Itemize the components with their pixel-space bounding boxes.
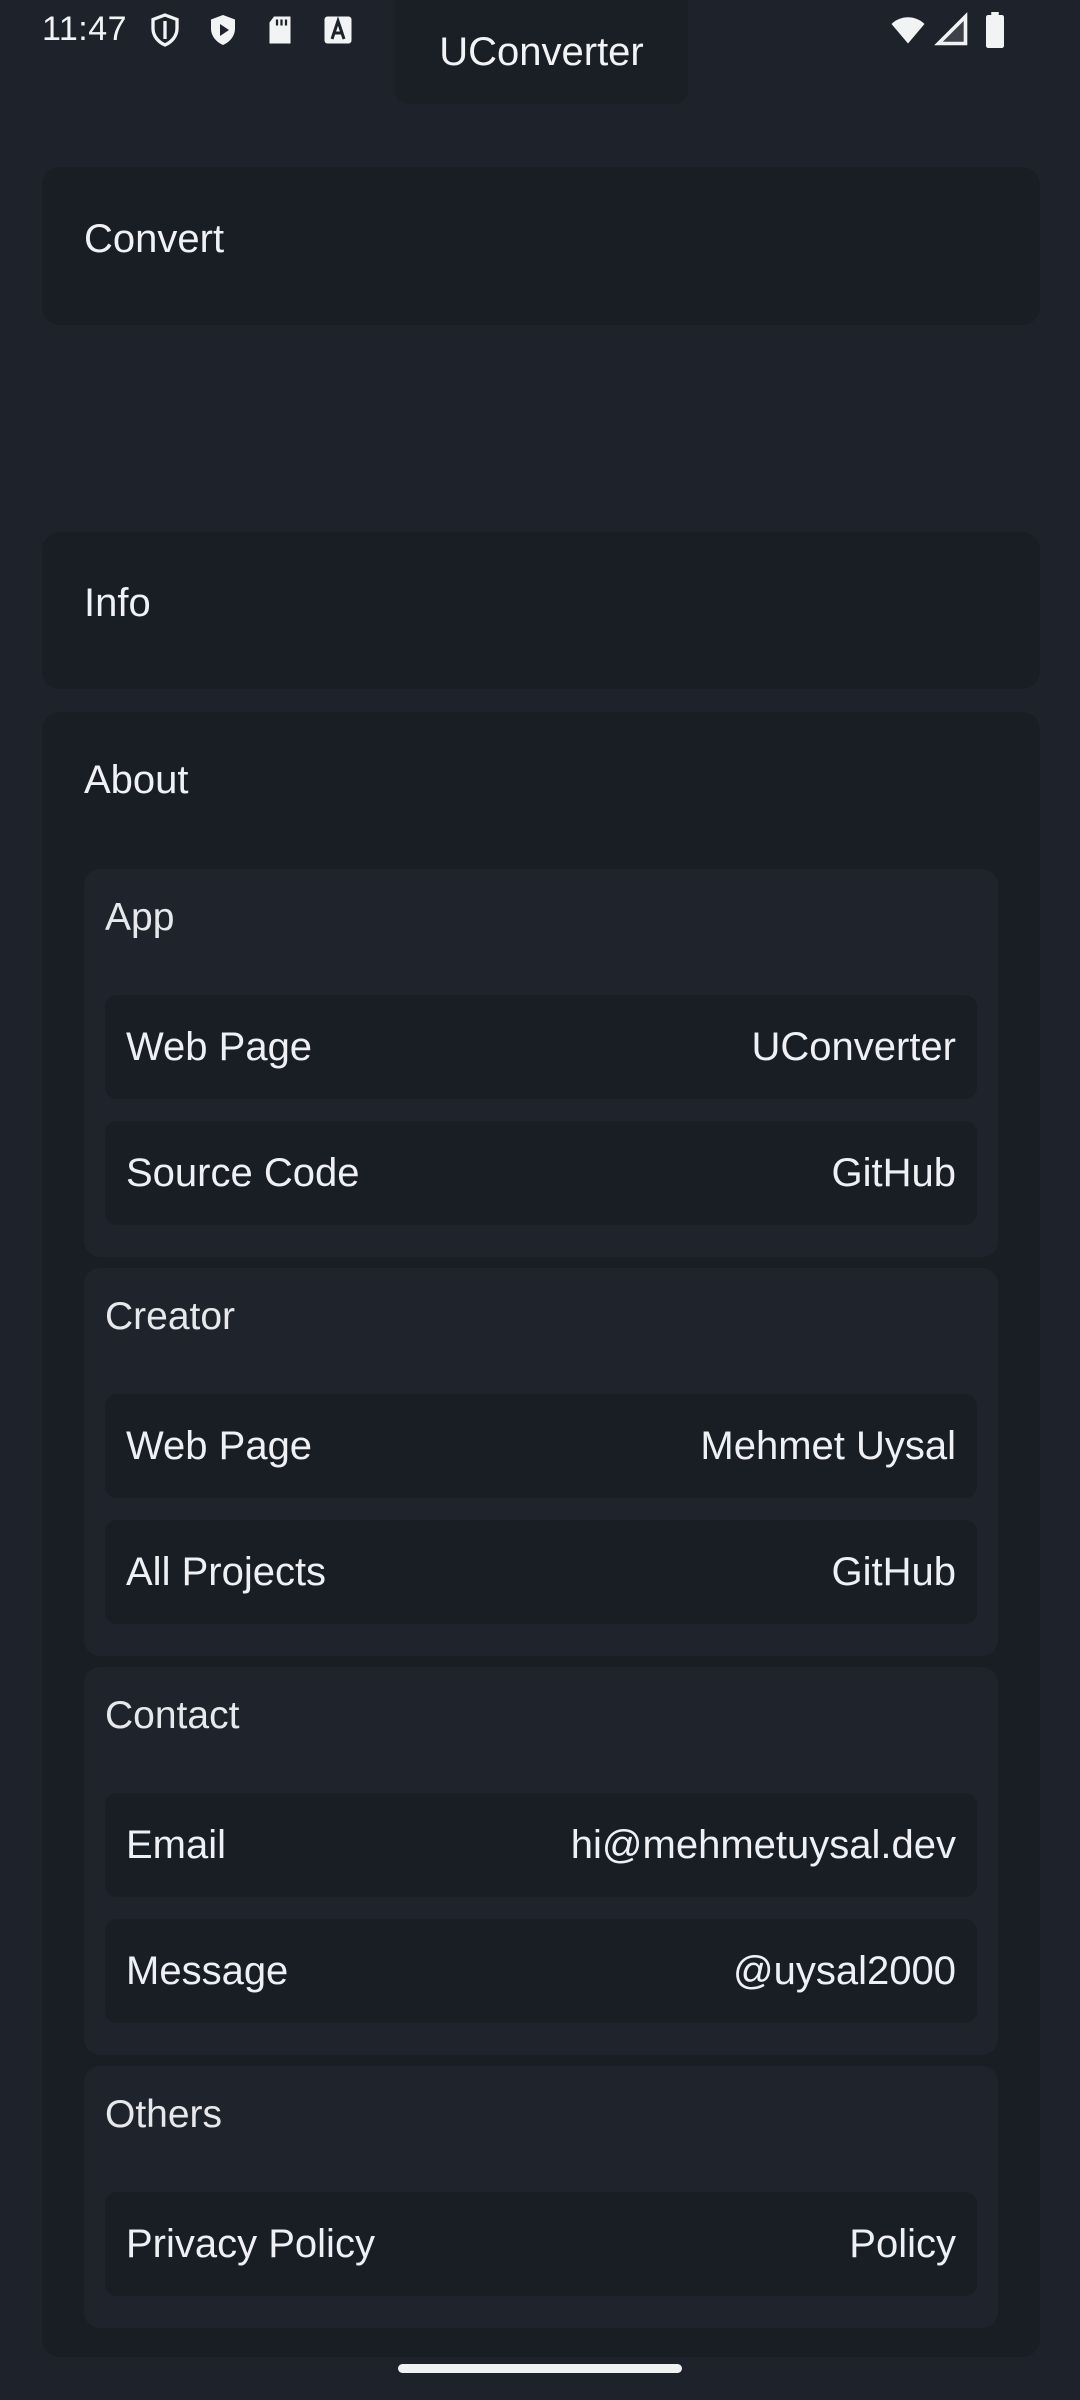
about-group-app: App Web Page UConverter Source Code GitH… [84, 869, 998, 1257]
row-value: UConverter [751, 1024, 956, 1069]
status-time: 11:47 [42, 10, 128, 48]
info-label: Info [84, 581, 151, 625]
signal-icon [934, 12, 970, 48]
about-label: About [84, 758, 189, 802]
row-label: Web Page [126, 1423, 313, 1468]
convert-card[interactable]: Convert [42, 167, 1040, 325]
group-title-others: Others [105, 2093, 223, 2136]
info-card[interactable]: Info [42, 532, 1040, 689]
home-indicator[interactable] [398, 2364, 682, 2373]
sd-card-icon [262, 12, 298, 48]
row-contact-email[interactable]: Email hi@mehmetuysal.dev [105, 1793, 977, 1897]
about-card: About App Web Page UConverter Source Cod… [42, 712, 1040, 2357]
row-others-privacy-policy[interactable]: Privacy Policy Policy [105, 2192, 977, 2296]
row-value: Mehmet Uysal [700, 1423, 956, 1468]
group-title-contact: Contact [105, 1694, 240, 1737]
group-title-app: App [105, 896, 175, 939]
row-value: Policy [849, 2221, 956, 2266]
row-value: GitHub [831, 1150, 957, 1195]
about-group-contact: Contact Email hi@mehmetuysal.dev Message… [84, 1667, 998, 2055]
wifi-icon [888, 12, 928, 48]
font-a-icon [320, 12, 356, 48]
row-label: Web Page [126, 1024, 313, 1069]
battery-icon [982, 12, 1008, 48]
about-group-creator: Creator Web Page Mehmet Uysal All Projec… [84, 1268, 998, 1656]
row-label: All Projects [126, 1549, 327, 1594]
row-contact-message[interactable]: Message @uysal2000 [105, 1919, 977, 2023]
row-app-source-code[interactable]: Source Code GitHub [105, 1121, 977, 1225]
row-label: Privacy Policy [126, 2221, 375, 2266]
row-value: hi@mehmetuysal.dev [570, 1822, 956, 1867]
row-creator-all-projects[interactable]: All Projects GitHub [105, 1520, 977, 1624]
play-shield-icon [205, 12, 241, 48]
row-value: @uysal2000 [733, 1948, 956, 1993]
group-title-creator: Creator [105, 1295, 236, 1338]
row-label: Message [126, 1948, 289, 1993]
convert-label: Convert [84, 217, 225, 261]
row-label: Source Code [126, 1150, 360, 1195]
shield-outline-icon [147, 12, 183, 48]
app-title: UConverter [439, 29, 644, 74]
about-group-others: Others Privacy Policy Policy [84, 2066, 998, 2328]
row-label: Email [126, 1822, 227, 1867]
row-creator-web-page[interactable]: Web Page Mehmet Uysal [105, 1394, 977, 1498]
row-app-web-page[interactable]: Web Page UConverter [105, 995, 977, 1099]
row-value: GitHub [831, 1549, 957, 1594]
app-title-bar: UConverter [395, 0, 688, 104]
